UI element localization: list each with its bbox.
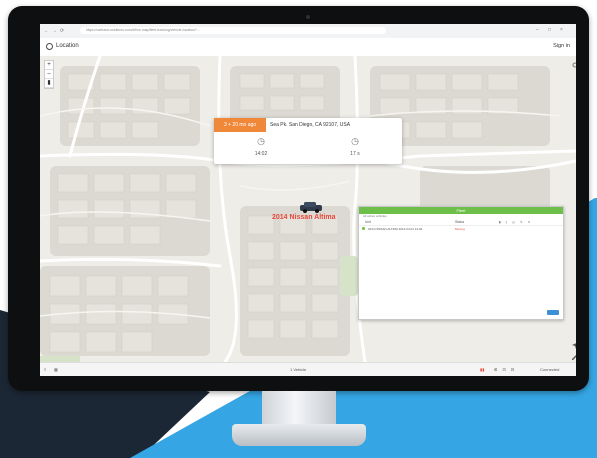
vehicle-info-popup[interactable]: 3 + 20 mo ago Sea Pk. San Diego, CA 9210… [214, 118, 402, 164]
vehicle-count: 1 Vehicle [290, 367, 307, 372]
screen: ← → ⟳ https://cartrack-solutions.com/#/l… [40, 24, 576, 376]
row-status: Moving [455, 227, 465, 231]
time-ago-badge: 3 + 20 mo ago [214, 118, 266, 132]
menu-icon[interactable]: ≡ [44, 367, 46, 373]
clock-icon: ◷ [257, 136, 265, 146]
timer-icon: ◷ [351, 136, 359, 146]
layers-button[interactable]: ▮ [45, 79, 53, 88]
camera-dot [306, 15, 310, 19]
minimize-button[interactable]: – [536, 27, 539, 33]
panel-column-headers: Unit Status ▮ ▯ ◱ ✎ ✕ [359, 219, 563, 226]
signin-button[interactable]: Sign in [553, 43, 570, 49]
vehicle-name-label: 2014 Nissan Altima [272, 214, 336, 221]
monitor-stand [262, 391, 336, 427]
alert-icon[interactable]: ▮▮ [480, 367, 484, 373]
reload-button[interactable]: ⟳ [60, 28, 64, 34]
column-header-unit: Unit [365, 220, 371, 224]
page-title: Location [56, 43, 79, 49]
location-pin-icon [46, 43, 53, 50]
browser-toolbar: ← → ⟳ https://cartrack-solutions.com/#/l… [40, 24, 576, 39]
zoom-out-button[interactable]: – [45, 70, 53, 79]
zoom-in-button[interactable]: + [45, 61, 53, 70]
stat-value: 17 s [350, 151, 360, 157]
maximize-button[interactable]: □ [548, 27, 551, 33]
table-row[interactable]: 2014 NISSAN ALTIMA 2014-04-01 14:02 Movi… [359, 226, 563, 232]
monitor-frame: ← → ⟳ https://cartrack-solutions.com/#/l… [8, 6, 589, 391]
row-unit: 2014 NISSAN ALTIMA 2014-04-01 14:02 [368, 227, 423, 231]
popup-stat-time: ◷ 14:02 [236, 136, 286, 157]
map-zoom-controls: + – ▮ [44, 60, 54, 89]
close-button[interactable]: × [560, 27, 563, 33]
connection-status: Connected [540, 367, 560, 372]
address-bar[interactable]: https://cartrack-solutions.com/#/live-ma… [80, 27, 386, 34]
status-bar: ≡ ▦ 1 Vehicle ▮▮ ⊞ ⊡ ⊟ Connected [40, 362, 576, 376]
vehicle-marker-icon[interactable] [298, 201, 324, 213]
panel-action-button[interactable] [547, 310, 559, 315]
toolbar-icons[interactable]: ⊞ ⊡ ⊟ [494, 367, 516, 373]
popup-stat-duration: ◷ 17 s [330, 136, 380, 157]
column-header-status: Status [455, 220, 465, 224]
back-button[interactable]: ← [44, 28, 49, 34]
status-dot [362, 227, 365, 230]
app-header: Location Sign in [40, 38, 576, 57]
vehicle-address: Sea Pk. San Diego, CA 92107, USA [270, 122, 351, 128]
grid-icon[interactable]: ▦ [54, 367, 58, 373]
forward-button[interactable]: → [52, 28, 57, 34]
panel-action-icons[interactable]: ▮ ▯ ◱ ✎ ✕ [499, 220, 532, 224]
monitor-base [232, 424, 366, 446]
stat-value: 14:02 [254, 151, 268, 157]
fleet-panel: Fleet All active vehicles Unit Status ▮ … [358, 206, 564, 320]
panel-header: Fleet [359, 207, 563, 214]
